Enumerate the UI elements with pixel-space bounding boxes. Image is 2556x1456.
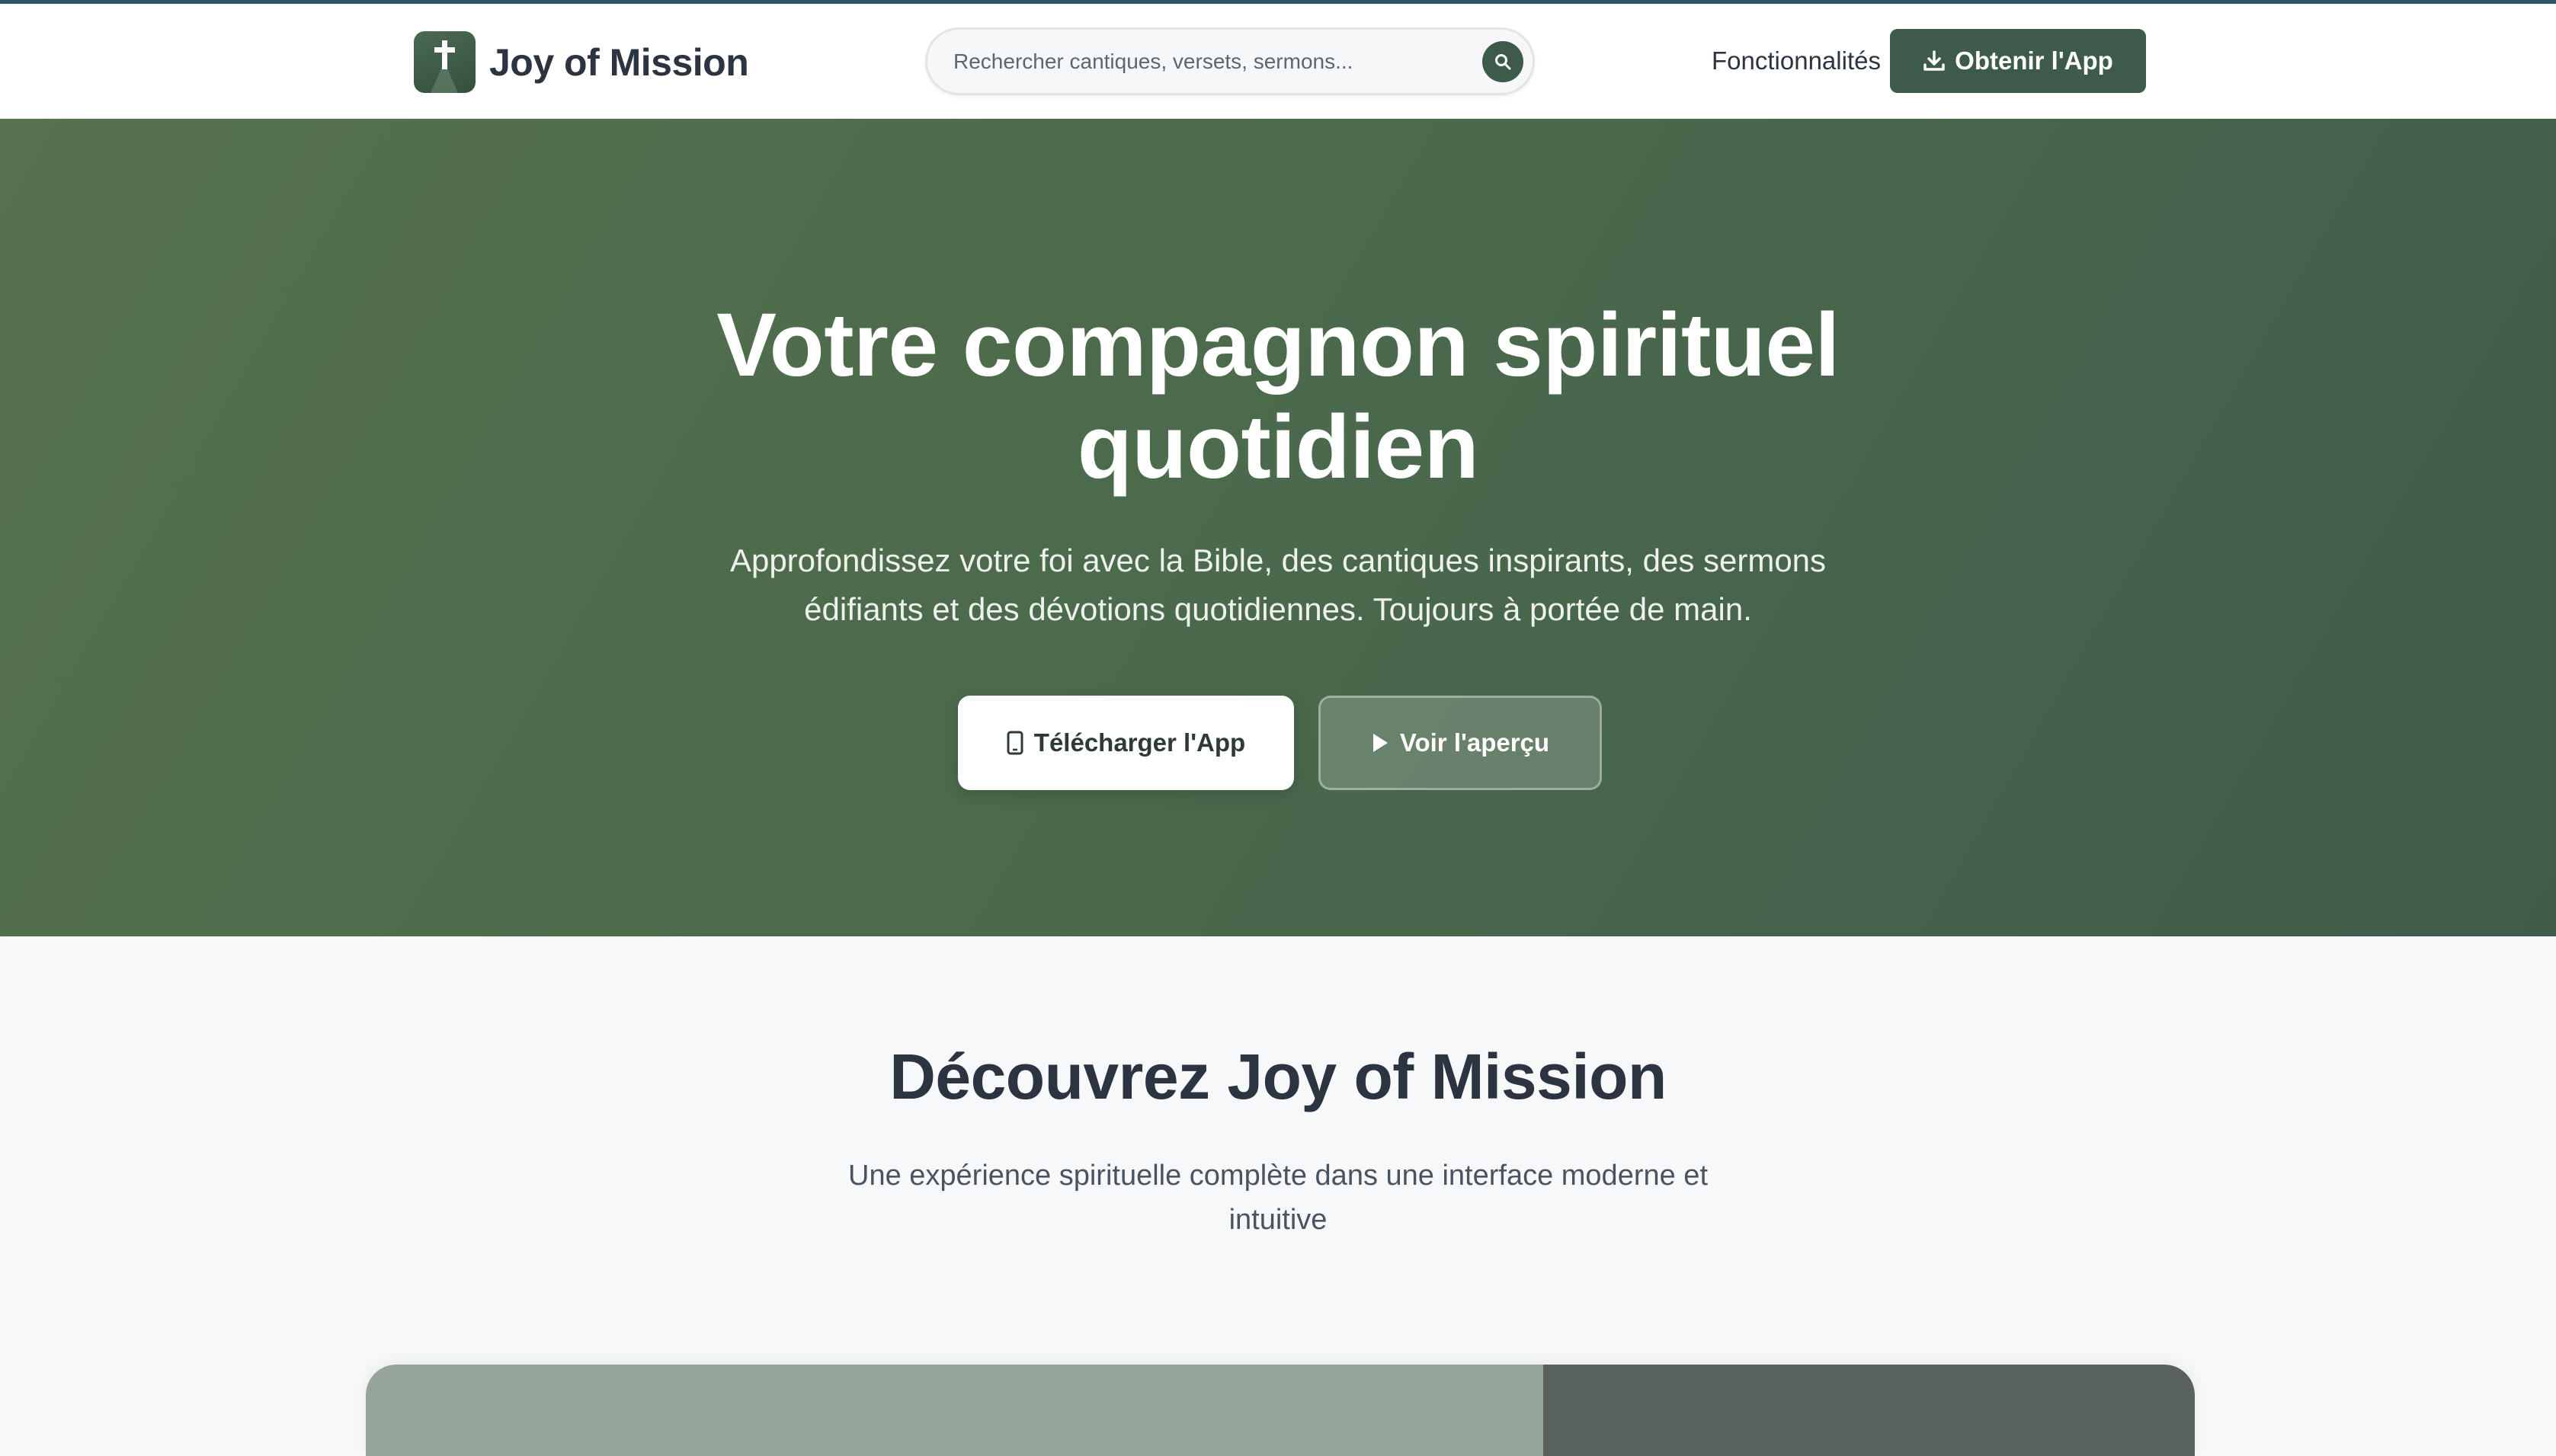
preview-button[interactable]: Voir l'aperçu: [1318, 696, 1602, 790]
hero-title: Votre compagnon spirituel quotidien: [716, 295, 1840, 498]
hero-section: Votre compagnon spirituel quotidien Appr…: [0, 119, 2556, 936]
search-bar: [925, 27, 1535, 95]
cross-icon: [414, 31, 476, 93]
get-app-button[interactable]: Obtenir l'App: [1890, 29, 2146, 93]
search-input[interactable]: [927, 30, 1461, 93]
brand-name: Joy of Mission: [489, 40, 749, 84]
preview-panel-right: [1543, 1365, 2195, 1456]
download-app-button[interactable]: Télécharger l'App: [958, 696, 1294, 790]
preview-panel-left: [366, 1365, 1543, 1456]
site-header: Joy of Mission Fonctionnalités Obtenir l…: [0, 4, 2556, 119]
app-preview-card: [366, 1365, 2195, 1456]
preview-label: Voir l'aperçu: [1399, 728, 1550, 757]
download-app-label: Télécharger l'App: [1033, 728, 1246, 757]
nav-link-features[interactable]: Fonctionnalités: [1712, 46, 1881, 75]
discover-title: Découvrez Joy of Mission: [889, 1041, 1667, 1112]
get-app-label: Obtenir l'App: [1955, 46, 2113, 75]
search-icon: [1495, 54, 1511, 70]
discover-subtitle: Une expérience spirituelle complète dans…: [848, 1160, 1708, 1236]
search-button[interactable]: [1482, 41, 1523, 82]
hero-subtitle: Approfondissez votre foi avec la Bible, …: [729, 542, 1827, 627]
mobile-icon: [1007, 731, 1023, 755]
brand-logo[interactable]: Joy of Mission: [414, 31, 749, 93]
play-icon: [1372, 734, 1388, 752]
download-icon: [1923, 50, 1945, 71]
